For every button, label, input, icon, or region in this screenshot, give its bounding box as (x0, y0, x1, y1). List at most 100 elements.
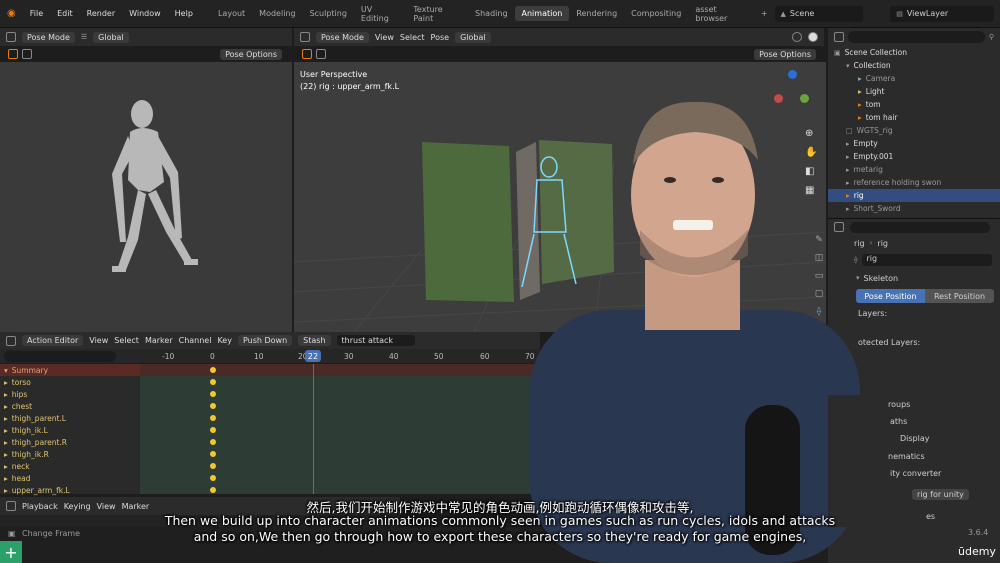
action-name: thrust attack (341, 336, 394, 345)
channel-row[interactable]: ▸ thigh_parent.R (0, 436, 140, 448)
channel-row[interactable]: ▸ torso (0, 376, 140, 388)
blender-logo-icon[interactable]: ◉ (0, 8, 23, 19)
menu-render[interactable]: Render (80, 9, 122, 18)
keyframe-dot[interactable] (210, 427, 216, 433)
orientation-dropdown[interactable]: Global (455, 31, 491, 43)
collection-icon: ▣ (834, 48, 841, 57)
tab-sculpting[interactable]: Sculpting (303, 6, 354, 21)
action-selector[interactable]: thrust attack (336, 335, 415, 346)
scene-selector[interactable]: ▲ Scene (774, 5, 863, 22)
channel-row[interactable]: ▸ thigh_ik.R (0, 448, 140, 460)
keyframe-dot[interactable] (210, 439, 216, 445)
stash-button[interactable]: Stash (298, 335, 331, 346)
menu-view[interactable]: View (375, 33, 394, 42)
viewport-display-label[interactable]: Display (900, 434, 930, 443)
menu-pose[interactable]: Pose (431, 33, 450, 42)
layers-icon: ▤ (896, 9, 903, 18)
channel-label: thigh_ik.L (11, 425, 48, 435)
add-workspace-button[interactable]: + (754, 6, 775, 21)
summary-channel[interactable]: ▾ Summary (0, 364, 140, 376)
mode-dropdown[interactable]: Pose Mode (316, 31, 369, 43)
channel-search[interactable] (4, 351, 116, 362)
menu-channel[interactable]: Channel (179, 336, 212, 345)
tab-compositing[interactable]: Compositing (624, 6, 688, 21)
tab-animation[interactable]: Animation (514, 6, 570, 21)
menu-select[interactable]: Select (400, 33, 425, 42)
keyframe-dot[interactable] (210, 367, 216, 373)
shading-material-icon[interactable] (808, 32, 818, 42)
keyframe-dot[interactable] (210, 475, 216, 481)
blender-window: ◉ File Edit Render Window Help Layout Mo… (0, 0, 1000, 563)
keyframe-dot[interactable] (210, 415, 216, 421)
tab-texture-paint[interactable]: Texture Paint (406, 2, 468, 26)
menu-edit[interactable]: Edit (50, 9, 80, 18)
inverse-kinematics-label[interactable]: nematics (888, 452, 925, 461)
channel-row[interactable]: ▸ thigh_ik.L (0, 424, 140, 436)
select-mode-icon[interactable] (22, 49, 32, 59)
orientation-dropdown[interactable]: Global (93, 31, 129, 43)
main-viewport-header: Pose Mode View Select Pose Global (294, 28, 824, 46)
outliner-type-icon[interactable] (834, 32, 844, 42)
menu-marker[interactable]: Marker (145, 336, 173, 345)
channel-row[interactable]: ▸ neck (0, 460, 140, 472)
tab-shading[interactable]: Shading (468, 6, 515, 21)
menu-help[interactable]: Help (168, 9, 200, 18)
editor-type-icon[interactable] (300, 32, 310, 42)
channel-row[interactable]: ▸ hips (0, 388, 140, 400)
top-menu-bar: ◉ File Edit Render Window Help Layout Mo… (0, 0, 1000, 28)
view-layer-selector[interactable]: ▤ ViewLayer (890, 5, 994, 22)
outliner-item[interactable]: ▾ Collection (828, 59, 1000, 72)
menu-window[interactable]: Window (122, 9, 168, 18)
z-axis-icon[interactable] (788, 70, 797, 79)
editor-type-icon[interactable] (6, 335, 16, 346)
left-pose-options[interactable]: Pose Options (220, 48, 282, 60)
keyframe-dot[interactable] (210, 451, 216, 457)
tab-asset-browser[interactable]: asset browser (688, 2, 754, 26)
select-box-icon[interactable] (302, 49, 312, 59)
chevron-right-icon: ▸ (4, 449, 8, 459)
tab-layout[interactable]: Layout (211, 6, 252, 21)
menu-select[interactable]: Select (114, 336, 139, 345)
editor-type-icon[interactable] (6, 32, 16, 42)
push-down-button[interactable]: Push Down (237, 335, 293, 346)
channel-list: ▾ Summary ▸ torso ▸ hips ▸ chest ▸ thigh_pare… (0, 364, 140, 496)
subtitle-line-1: Then we build up into character animatio… (164, 513, 836, 528)
outliner-scene-collection[interactable]: ▣ Scene Collection (828, 46, 1000, 59)
add-overlay-icon[interactable]: + (0, 541, 22, 563)
channel-row[interactable]: ▸ head (0, 472, 140, 484)
tab-rendering[interactable]: Rendering (569, 6, 624, 21)
keyframe-dot[interactable] (210, 487, 216, 493)
keyframe-dot[interactable] (210, 391, 216, 397)
channel-row[interactable]: ▸ upper_arm_fk.L (0, 484, 140, 496)
menu-file[interactable]: File (23, 9, 50, 18)
bone-groups-label[interactable]: roups (888, 400, 910, 409)
rest-position-button[interactable]: Rest Position (925, 289, 994, 303)
mode-label: Action Editor (27, 336, 79, 345)
keyframe-dot[interactable] (210, 463, 216, 469)
select-mode-icon[interactable] (316, 49, 326, 59)
mode-dropdown[interactable]: Pose Mode (22, 31, 75, 43)
outliner-search[interactable] (848, 31, 985, 43)
push-down-label: Push Down (242, 336, 288, 345)
menu-key[interactable]: Key (217, 336, 232, 345)
channel-row[interactable]: ▸ thigh_parent.L (0, 412, 140, 424)
motion-paths-label[interactable]: aths (890, 417, 907, 426)
tab-uv-editing[interactable]: UV Editing (354, 2, 406, 26)
action-editor-mode[interactable]: Action Editor (22, 335, 84, 346)
main-pose-options[interactable]: Pose Options (754, 48, 816, 60)
select-box-icon[interactable] (8, 49, 18, 59)
chevron-right-icon: ▸ (4, 377, 8, 387)
keyframe-dot[interactable] (210, 379, 216, 385)
tab-modeling[interactable]: Modeling (252, 6, 302, 21)
chevron-right-icon: ▸ (4, 485, 8, 495)
channel-row[interactable]: ▸ chest (0, 400, 140, 412)
menu-icon[interactable]: ☰ (81, 33, 87, 41)
menu-view[interactable]: View (89, 336, 108, 345)
left-viewport[interactable] (0, 62, 292, 332)
current-frame-indicator[interactable]: 22 (305, 350, 321, 362)
keyframe-dot[interactable] (210, 403, 216, 409)
keyframe-area[interactable] (140, 364, 540, 494)
shading-solid-icon[interactable] (792, 32, 802, 42)
filter-icon[interactable]: ⚲ (989, 33, 994, 41)
unity-converter-label[interactable]: ity converter (890, 469, 941, 478)
